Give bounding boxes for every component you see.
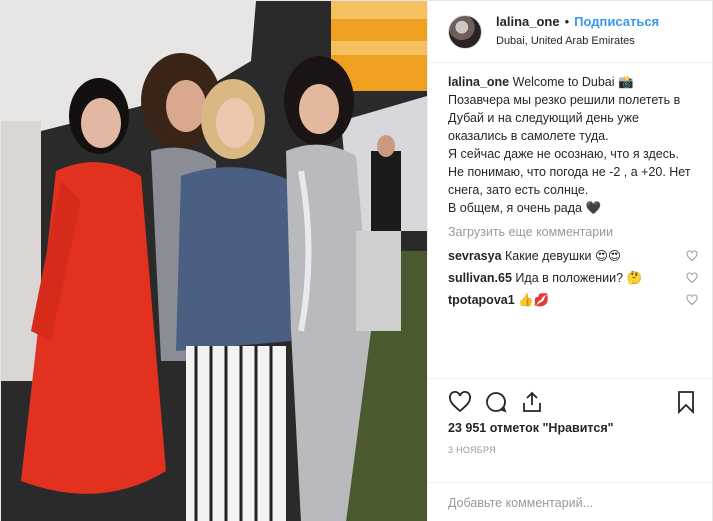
comment-text: Какие девушки 😍😍 [505, 249, 622, 263]
author-username[interactable]: lalina_one [496, 14, 560, 31]
load-more-comments[interactable]: Загрузить еще комментарии [448, 225, 698, 239]
post-header: lalina_one • Подписаться Dubai, United A… [428, 1, 712, 63]
share-icon[interactable] [520, 390, 544, 414]
follow-button[interactable]: Подписаться [574, 14, 659, 31]
post-actions: 23 951 отметок "Нравится" 3 ноября [428, 378, 712, 482]
add-comment-input[interactable]: Добавьте комментарий... [428, 482, 712, 521]
instagram-post: lalina_one • Подписаться Dubai, United A… [0, 0, 713, 521]
comments-section: lalina_one Welcome to Dubai 📸 Позавчера … [428, 63, 712, 378]
post-sidebar: lalina_one • Подписаться Dubai, United A… [427, 1, 712, 521]
location-link[interactable]: Dubai, United Arab Emirates [496, 34, 659, 48]
like-comment-heart-icon[interactable] [686, 294, 698, 306]
post-caption: lalina_one Welcome to Dubai 📸 Позавчера … [448, 73, 698, 217]
caption-author[interactable]: lalina_one [448, 75, 509, 89]
comment-item: sevrasya Какие девушки 😍😍 [448, 245, 698, 267]
comment-user[interactable]: sullivan.65 [448, 271, 512, 285]
like-heart-icon[interactable] [448, 390, 472, 414]
caption-text: Welcome to Dubai 📸 Позавчера мы резко ре… [448, 75, 691, 215]
group-photo-illustration [1, 1, 427, 521]
comment-bubble-icon[interactable] [484, 390, 508, 414]
comment-user[interactable]: tpotapova1 [448, 293, 515, 307]
comment-text: Ида в положении? 🤔 [515, 271, 643, 285]
like-comment-heart-icon[interactable] [686, 250, 698, 262]
comment-text: 👍💋 [518, 293, 550, 307]
likes-count[interactable]: 23 951 отметок "Нравится" [448, 421, 698, 435]
post-photo[interactable] [1, 1, 427, 521]
separator-dot: • [564, 14, 570, 30]
comment-item: tpotapova1 👍💋 [448, 289, 698, 311]
avatar[interactable] [448, 14, 482, 49]
bookmark-icon[interactable] [674, 390, 698, 414]
comment-user[interactable]: sevrasya [448, 249, 502, 263]
comment-item: sullivan.65 Ида в положении? 🤔 [448, 267, 698, 289]
like-comment-heart-icon[interactable] [686, 272, 698, 284]
post-date: 3 ноября [448, 445, 496, 455]
